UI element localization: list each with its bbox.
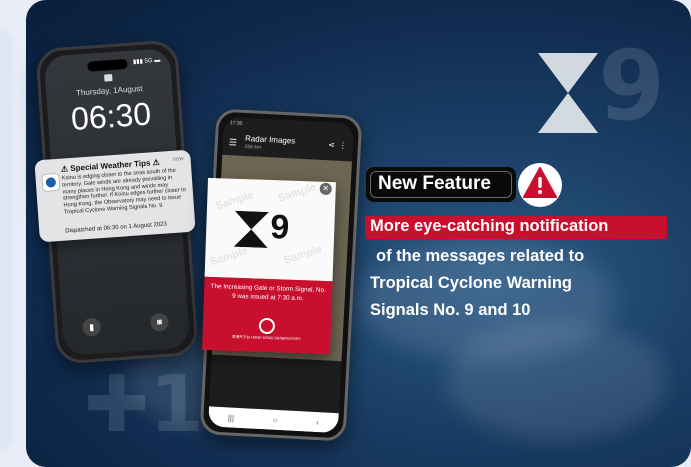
sample-watermark: Sample — [214, 189, 256, 213]
recent-apps-icon[interactable]: ||| — [228, 413, 235, 422]
notification-body: Koinu is edging closer to the seas south… — [61, 167, 187, 216]
share-icon[interactable]: ⋖ — [328, 140, 335, 149]
weather-notification[interactable]: ⚠ Special Weather Tips ⚠ now Koinu is ed… — [34, 149, 196, 243]
cloud-shape — [446, 320, 666, 440]
popup-signal-number: 9 — [269, 208, 290, 247]
android-nav-bar: ||| ○ ‹ — [207, 406, 339, 434]
feature-line-2: Tropical Cyclone Warning — [370, 274, 573, 292]
dynamic-island — [87, 58, 128, 72]
home-icon[interactable]: ○ — [273, 415, 278, 424]
signal-popup: Sample Sample Sample Sample 9 ✕ The Incr… — [202, 177, 336, 355]
notification-time: now — [172, 156, 184, 163]
feature-line-1: of the messages related to — [376, 247, 585, 265]
status-icons: ▮▮▮ 5G ▬ — [132, 57, 161, 66]
warning-icon — [523, 167, 557, 198]
feature-line-3: Signals No. 9 and 10 — [370, 301, 531, 319]
sample-watermark: Sample — [276, 181, 318, 205]
signal-9-icon — [538, 52, 599, 133]
notification-dispatch: Dispatched at 06:30 on 1 August 2023 — [65, 221, 168, 235]
phone2-status-time: 17:30 — [229, 120, 243, 127]
hko-app-icon — [41, 172, 61, 193]
more-icon[interactable]: ⋮ — [339, 141, 347, 150]
signal-9-icon — [233, 210, 269, 248]
flashlight-icon[interactable]: ▮ — [82, 317, 102, 337]
popup-signal-area: Sample Sample Sample Sample 9 — [204, 177, 336, 282]
sample-watermark: Sample — [208, 244, 250, 269]
sample-watermark: Sample — [282, 243, 324, 267]
back-icon[interactable]: ‹ — [316, 418, 319, 427]
lock-icon — [104, 74, 113, 82]
lockscreen-time: 06:30 — [69, 95, 153, 137]
radar-range: 256 km — [244, 143, 262, 151]
feature-highlight: More eye-catching notification — [370, 217, 609, 235]
menu-icon[interactable]: ☰ — [229, 137, 238, 148]
camera-icon[interactable]: ◙ — [149, 312, 170, 332]
background-signal-9: 9 — [538, 30, 669, 142]
left-panel-edge — [0, 30, 12, 450]
new-feature-label: New Feature — [378, 173, 491, 194]
